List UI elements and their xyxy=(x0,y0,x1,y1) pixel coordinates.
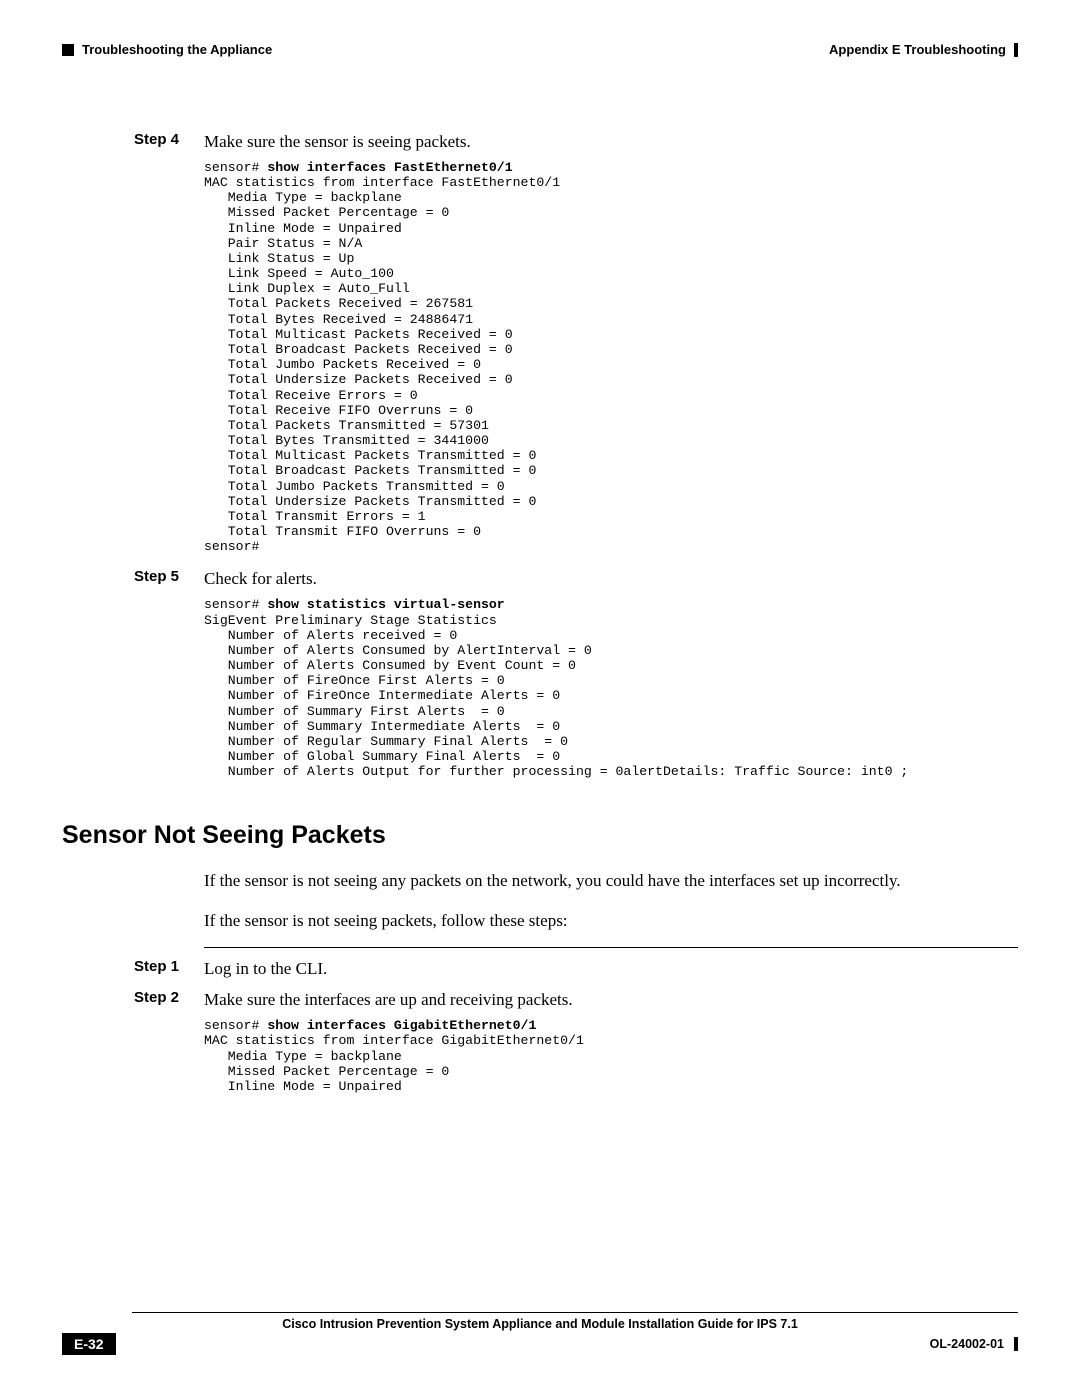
footer-rule xyxy=(132,1312,1018,1313)
step2b-output: MAC statistics from interface GigabitEth… xyxy=(204,1033,584,1094)
section-p1: If the sensor is not seeing any packets … xyxy=(62,868,1018,894)
step4-cmd-prefix: sensor# xyxy=(204,160,267,175)
step-5-label: Step 5 xyxy=(62,568,204,585)
step5-cmd-prefix: sensor# xyxy=(204,597,267,612)
step5-output: SigEvent Preliminary Stage Statistics Nu… xyxy=(204,613,908,780)
header-section: Troubleshooting the Appliance xyxy=(82,42,272,57)
step4-output: MAC statistics from interface FastEthern… xyxy=(204,175,560,554)
page-header: Troubleshooting the Appliance Appendix E… xyxy=(62,42,1018,57)
footer-title: Cisco Intrusion Prevention System Applia… xyxy=(62,1317,1018,1331)
step-1b-row: Step 1 Log in to the CLI. xyxy=(62,958,1018,981)
step-1b-text: Log in to the CLI. xyxy=(204,958,327,981)
header-appendix: Appendix E Troubleshooting xyxy=(829,42,1006,57)
header-bullet-icon xyxy=(62,44,74,56)
page-footer: Cisco Intrusion Prevention System Applia… xyxy=(62,1312,1018,1355)
footer-doc-number: OL-24002-01 xyxy=(930,1337,1004,1351)
step-5-code: sensor# show statistics virtual-sensor S… xyxy=(62,597,1018,779)
step-5-row: Step 5 Check for alerts. xyxy=(62,568,1018,591)
footer-tick-icon xyxy=(1014,1337,1018,1351)
step-4-text: Make sure the sensor is seeing packets. xyxy=(204,131,471,154)
step4-cmd-bold: show interfaces FastEthernet0/1 xyxy=(267,160,512,175)
step-5-text: Check for alerts. xyxy=(204,568,317,591)
page-number-badge: E-32 xyxy=(62,1333,116,1355)
section-p2: If the sensor is not seeing packets, fol… xyxy=(62,908,1018,934)
step-4-row: Step 4 Make sure the sensor is seeing pa… xyxy=(62,131,1018,154)
step-2b-text: Make sure the interfaces are up and rece… xyxy=(204,989,573,1012)
header-tick-icon xyxy=(1014,43,1018,57)
step-4-code: sensor# show interfaces FastEthernet0/1 … xyxy=(62,160,1018,554)
step-4-label: Step 4 xyxy=(62,131,204,148)
step5-cmd-bold: show statistics virtual-sensor xyxy=(267,597,504,612)
step-2b-row: Step 2 Make sure the interfaces are up a… xyxy=(62,989,1018,1012)
step-1b-label: Step 1 xyxy=(62,958,204,975)
step2b-cmd-bold: show interfaces GigabitEthernet0/1 xyxy=(267,1018,536,1033)
step-2b-code: sensor# show interfaces GigabitEthernet0… xyxy=(62,1018,1018,1094)
step2b-cmd-prefix: sensor# xyxy=(204,1018,267,1033)
step-2b-label: Step 2 xyxy=(62,989,204,1006)
section-heading: Sensor Not Seeing Packets xyxy=(62,821,1018,850)
horizontal-rule xyxy=(204,947,1018,948)
